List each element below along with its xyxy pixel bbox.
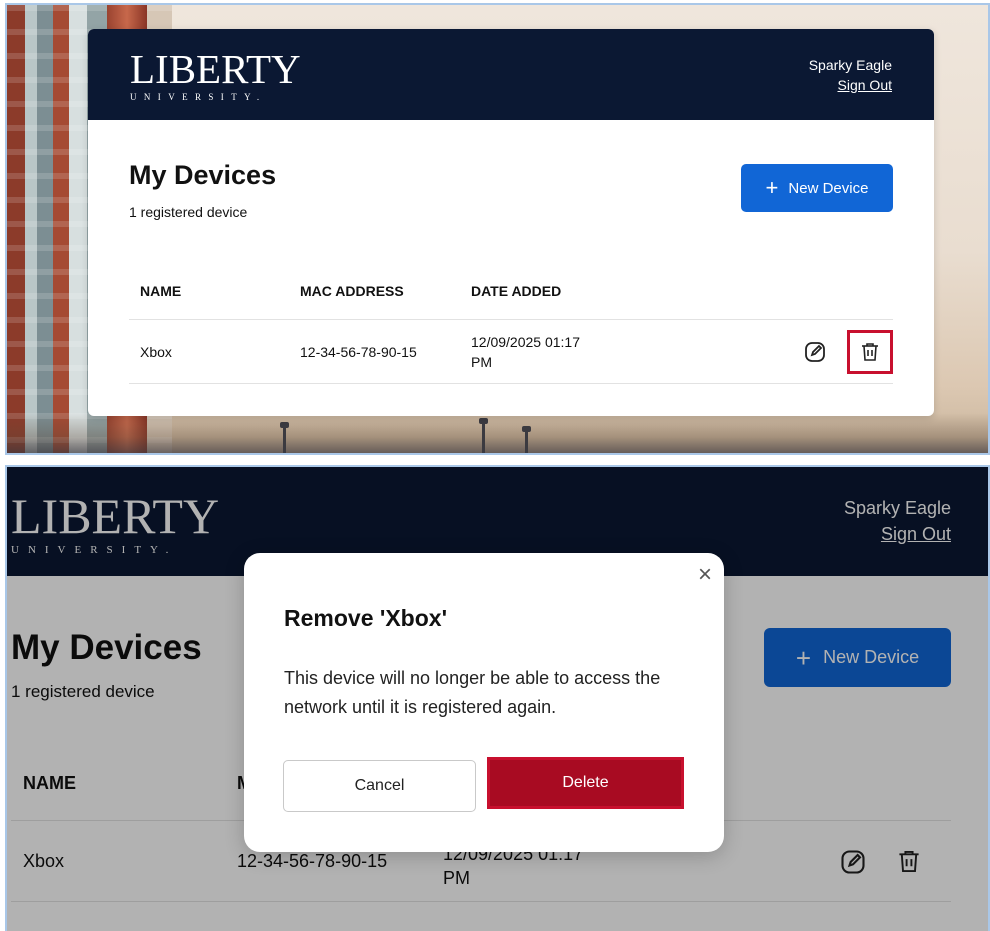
trash-icon[interactable]	[860, 341, 880, 363]
devices-card: LIBERTY UNIVERSITY. Sparky Eagle Sign Ou…	[88, 29, 934, 416]
site-header: LIBERTY UNIVERSITY. Sparky Eagle Sign Ou…	[88, 29, 934, 120]
row-actions	[641, 329, 893, 374]
remove-device-dialog: × Remove 'Xbox' This device will no long…	[244, 553, 724, 852]
user-name: Sparky Eagle	[808, 57, 892, 73]
header-mac-address: MAC ADDRESS	[300, 282, 404, 299]
background-lamp	[479, 418, 488, 453]
page-title: My Devices	[129, 160, 277, 190]
devices-table: NAME MAC ADDRESS DATE ADDED Xbox 12-34-5…	[129, 262, 893, 384]
logo-subtext: UNIVERSITY.	[130, 92, 267, 102]
new-device-label: New Device	[788, 179, 869, 197]
plus-icon: +	[765, 175, 779, 200]
device-date: 12/09/2025 01:17 PM	[471, 332, 641, 372]
liberty-logo[interactable]: LIBERTY UNIVERSITY.	[130, 46, 301, 103]
device-name: Xbox	[140, 343, 172, 360]
background-lamp	[280, 422, 289, 453]
background-skyline	[7, 413, 988, 453]
background-lamp	[522, 426, 531, 453]
logo-wordmark: LIBERTY	[130, 46, 301, 92]
table-header-row: NAME MAC ADDRESS DATE ADDED	[129, 262, 893, 320]
table-row: Xbox 12-34-56-78-90-15 12/09/2025 01:17 …	[129, 320, 893, 384]
device-date-line1: 12/09/2025 01:17	[471, 333, 580, 350]
edit-icon[interactable]	[803, 340, 827, 364]
close-icon[interactable]: ×	[698, 563, 712, 587]
screenshot-panel-after: LIBERTY UNIVERSITY. Sparky Eagle Sign Ou…	[5, 465, 990, 931]
device-mac: 12-34-56-78-90-15	[300, 343, 417, 360]
dialog-title: Remove 'Xbox'	[284, 605, 448, 631]
new-device-button[interactable]: + New Device	[741, 164, 893, 212]
header-date-added: DATE ADDED	[471, 282, 562, 299]
delete-highlight-box	[847, 329, 893, 374]
dialog-message: This device will no longer be able to ac…	[284, 668, 661, 717]
sign-out-link[interactable]: Sign Out	[809, 75, 892, 95]
cancel-button[interactable]: Cancel	[283, 760, 476, 812]
delete-button[interactable]: Delete	[487, 757, 684, 809]
device-count: 1 registered device	[129, 204, 248, 220]
device-date-line2: PM	[471, 353, 492, 370]
screenshot-panel-before: LIBERTY UNIVERSITY. Sparky Eagle Sign Ou…	[5, 3, 990, 455]
header-name: NAME	[140, 282, 182, 299]
user-menu: Sparky Eagle Sign Out	[809, 55, 892, 95]
